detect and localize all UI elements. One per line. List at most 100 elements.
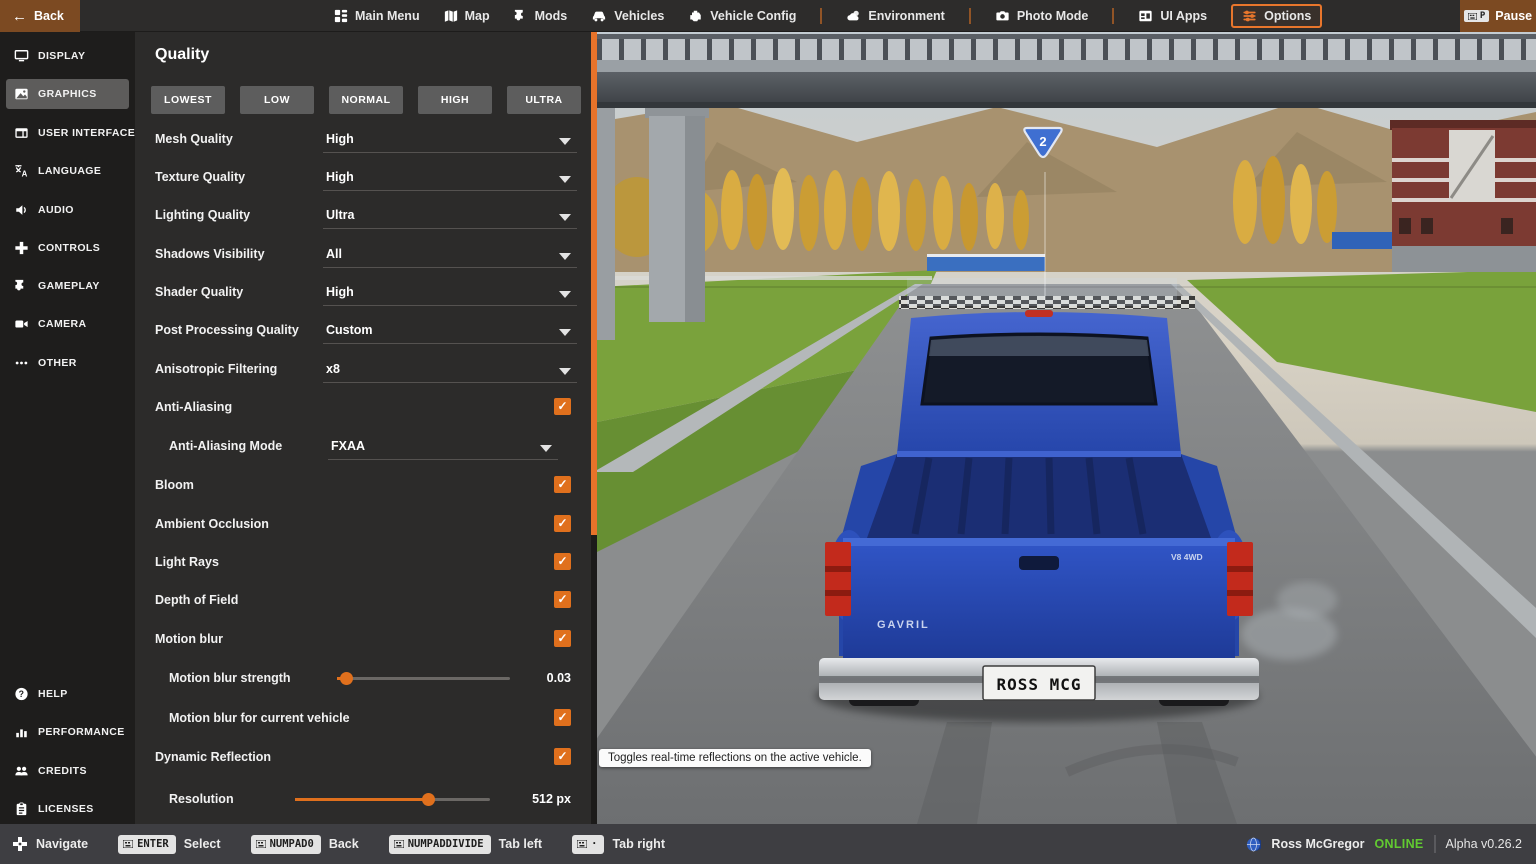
setting-label: Anisotropic Filtering bbox=[155, 362, 278, 376]
anti-aliasing-checkbox[interactable] bbox=[554, 398, 571, 415]
sidebar-item-controls[interactable]: CONTROLS bbox=[6, 233, 129, 263]
hint-navigate: Navigate bbox=[12, 836, 88, 852]
svg-text:A: A bbox=[22, 170, 28, 178]
setting-label: Shader Quality bbox=[155, 285, 244, 299]
numpaddivide-keycap: NUMPADDIVIDE bbox=[388, 834, 491, 854]
nav-map[interactable]: Map bbox=[444, 9, 490, 23]
sidebar-item-camera[interactable]: CAMERA bbox=[6, 309, 129, 339]
setting-label: Depth of Field bbox=[155, 593, 239, 607]
user-interface-icon bbox=[15, 128, 28, 138]
nav-options[interactable]: Options bbox=[1231, 4, 1323, 28]
preset-normal-button[interactable]: NORMAL bbox=[329, 86, 403, 114]
setting-label: Lighting Quality bbox=[155, 208, 251, 222]
setting-row: Dynamic Reflection bbox=[135, 747, 597, 771]
tooltip: Toggles real-time reflections on the act… bbox=[599, 749, 871, 767]
sidebar-item-audio[interactable]: AUDIO bbox=[6, 195, 129, 225]
lighting-quality-dropdown[interactable]: Ultra bbox=[323, 205, 577, 229]
nav-vehicles[interactable]: Vehicles bbox=[591, 9, 664, 23]
sidebar-item-graphics[interactable]: GRAPHICS bbox=[6, 79, 129, 109]
motion-blur-current-vehicle-checkbox[interactable] bbox=[554, 709, 571, 726]
nav-vehicle-config[interactable]: Vehicle Config bbox=[688, 9, 796, 23]
keyboard-icon bbox=[393, 840, 404, 848]
setting-row: Shadows Visibility All bbox=[135, 244, 597, 268]
graphics-settings-panel: Quality LOWEST LOW NORMAL HIGH ULTRA Mes… bbox=[135, 32, 597, 824]
player-name: Ross McGregor bbox=[1271, 837, 1365, 851]
setting-row: Motion blur for current vehicle bbox=[135, 708, 597, 732]
shader-quality-dropdown[interactable]: High bbox=[323, 282, 577, 306]
online-status-badge: ONLINE bbox=[1374, 837, 1424, 851]
shadows-visibility-dropdown[interactable]: All bbox=[323, 244, 577, 268]
motion-blur-strength-slider[interactable] bbox=[337, 672, 510, 685]
page-title: Quality bbox=[155, 46, 210, 63]
sidebar-item-performance[interactable]: PERFORMANCE bbox=[6, 717, 129, 747]
setting-label: Motion blur strength bbox=[169, 671, 291, 685]
licenses-icon bbox=[16, 802, 27, 816]
slider-knob[interactable] bbox=[339, 672, 353, 685]
anti-aliasing-mode-dropdown[interactable]: FXAA bbox=[328, 436, 558, 460]
setting-row: Anti-Aliasing bbox=[135, 397, 597, 421]
scrollbar-thumb[interactable] bbox=[591, 32, 597, 535]
back-arrow-icon: ← bbox=[12, 7, 27, 25]
hint-select: ENTER Select bbox=[118, 834, 221, 854]
panel-scrollbar[interactable] bbox=[591, 32, 597, 824]
performance-icon bbox=[16, 729, 27, 738]
motion-blur-checkbox[interactable] bbox=[554, 630, 571, 647]
help-icon: ? bbox=[15, 687, 28, 701]
sidebar-item-credits[interactable]: CREDITS bbox=[6, 756, 129, 786]
setting-label: Resolution bbox=[169, 792, 234, 806]
gameplay-icon bbox=[15, 279, 24, 291]
chevron-down-icon bbox=[559, 138, 571, 145]
nav-ui-apps[interactable]: UI Apps bbox=[1138, 9, 1207, 23]
slider-knob[interactable] bbox=[421, 793, 435, 806]
top-nav: Main Menu Map Mods Vehicles Vehicle Conf… bbox=[334, 0, 1323, 32]
dynamic-reflection-checkbox[interactable] bbox=[554, 748, 571, 765]
quality-presets: LOWEST LOW NORMAL HIGH ULTRA bbox=[151, 86, 581, 114]
sidebar-item-other[interactable]: OTHER bbox=[6, 348, 129, 378]
post-processing-quality-dropdown[interactable]: Custom bbox=[323, 320, 577, 344]
paddock-building bbox=[1390, 120, 1536, 272]
nav-main-menu[interactable]: Main Menu bbox=[334, 9, 420, 23]
keyboard-icon bbox=[255, 840, 266, 848]
camera-icon bbox=[15, 320, 28, 328]
nav-environment[interactable]: Environment bbox=[846, 9, 945, 23]
light-rays-checkbox[interactable] bbox=[554, 553, 571, 570]
setting-label: Texture Quality bbox=[155, 170, 246, 184]
nav-mods[interactable]: Mods bbox=[514, 9, 567, 23]
setting-row: Lighting Quality Ultra bbox=[135, 205, 597, 229]
sidebar-item-gameplay[interactable]: GAMEPLAY bbox=[6, 271, 129, 301]
anisotropic-filtering-dropdown[interactable]: x8 bbox=[323, 359, 577, 383]
preset-high-button[interactable]: HIGH bbox=[418, 86, 492, 114]
sidebar-item-licenses[interactable]: LICENSES bbox=[6, 794, 129, 824]
sidebar-item-help[interactable]: ? HELP bbox=[6, 679, 129, 709]
brake-light bbox=[1025, 310, 1053, 317]
preset-ultra-button[interactable]: ULTRA bbox=[507, 86, 581, 114]
setting-label: Anti-Aliasing Mode bbox=[169, 439, 283, 453]
texture-quality-dropdown[interactable]: High bbox=[323, 167, 577, 191]
sidebar-item-language[interactable]: A LANGUAGE bbox=[6, 156, 129, 186]
back-button[interactable]: ← Back bbox=[0, 0, 80, 32]
preset-low-button[interactable]: LOW bbox=[240, 86, 314, 114]
top-bar: ← Back Main Menu Map Mods Vehicles Vehic… bbox=[0, 0, 1536, 32]
ambient-occlusion-checkbox[interactable] bbox=[554, 515, 571, 532]
svg-text:?: ? bbox=[19, 689, 25, 699]
setting-label: Motion blur for current vehicle bbox=[169, 711, 350, 725]
nav-photo-mode[interactable]: Photo Mode bbox=[995, 9, 1088, 23]
setting-label: Dynamic Reflection bbox=[155, 750, 272, 764]
sidebar-item-user-interface[interactable]: USER INTERFACE bbox=[6, 118, 135, 148]
bloom-checkbox[interactable] bbox=[554, 476, 571, 493]
pause-button[interactable]: P Pause bbox=[1460, 0, 1536, 32]
dpad-icon bbox=[13, 837, 27, 851]
hint-back: NUMPAD0 Back bbox=[250, 834, 359, 854]
settings-sidebar: DISPLAY GRAPHICS USER INTERFACE A LANGUA… bbox=[0, 32, 135, 824]
sidebar-item-display[interactable]: DISPLAY bbox=[6, 41, 129, 71]
hint-tab-right: · Tab right bbox=[572, 834, 665, 854]
mesh-quality-dropdown[interactable]: High bbox=[323, 129, 577, 153]
options-icon bbox=[1243, 10, 1256, 22]
numpad0-keycap: NUMPAD0 bbox=[250, 834, 321, 854]
globe-icon bbox=[1247, 837, 1262, 851]
preset-lowest-button[interactable]: LOWEST bbox=[151, 86, 225, 114]
chevron-down-icon bbox=[540, 445, 552, 452]
reflection-resolution-slider[interactable] bbox=[295, 793, 490, 806]
options-screen: 2 GAVRIL V8 4WD ROSS MCG Toggles real-ti… bbox=[0, 0, 1536, 864]
depth-of-field-checkbox[interactable] bbox=[554, 591, 571, 608]
